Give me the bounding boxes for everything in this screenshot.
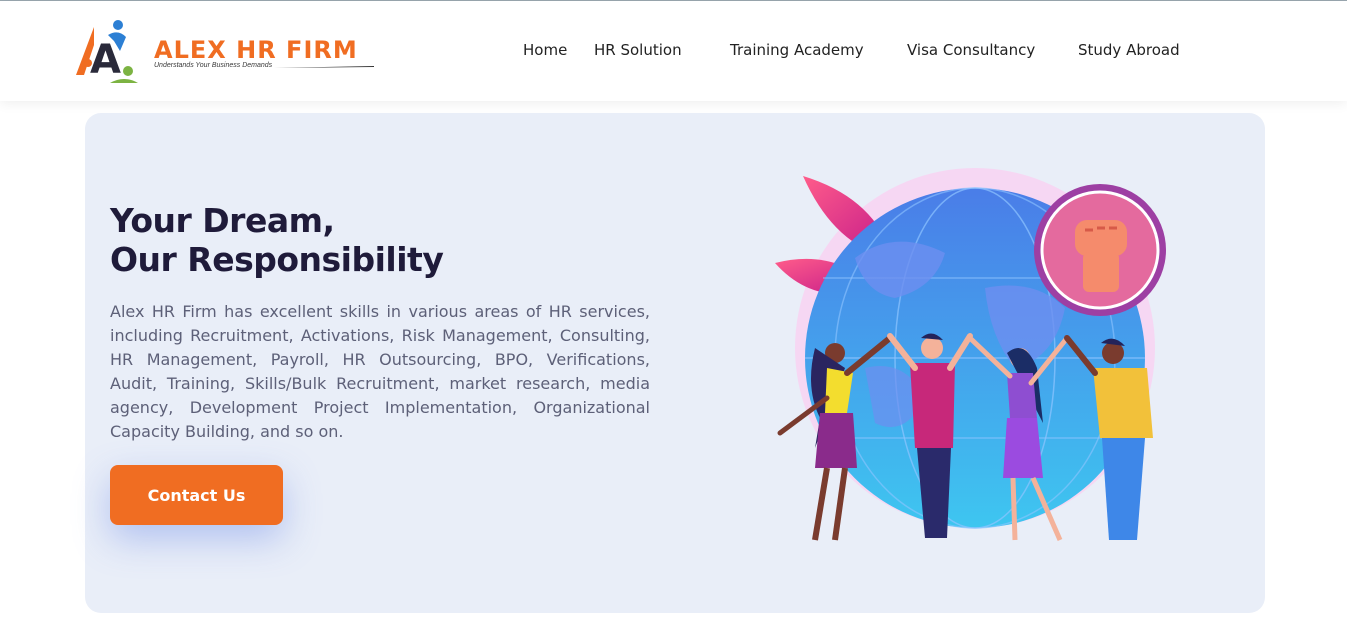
hero-title: Your Dream, Our Responsibility <box>110 201 710 279</box>
brand-tagline: Understands Your Business Demands <box>154 62 273 69</box>
nav-item-study-abroad[interactable]: Study Abroad <box>1078 41 1180 59</box>
site-header: A ALEX HR FIRM Understands Your Business… <box>0 1 1347 101</box>
main-nav: Home HR Solution Training Academy Visa C… <box>0 41 1347 63</box>
nav-item-visa-consultancy[interactable]: Visa Consultancy <box>907 41 1035 59</box>
raised-fist-icon <box>1034 184 1166 316</box>
team-unity-illustration <box>775 168 1166 541</box>
nav-item-hr-solution[interactable]: HR Solution <box>594 41 682 59</box>
nav-item-training-academy[interactable]: Training Academy <box>730 41 864 59</box>
hero-section: Your Dream, Our Responsibility Alex HR F… <box>85 113 1265 613</box>
hero-title-line-1: Your Dream, <box>110 201 335 240</box>
hero-description: Alex HR Firm has excellent skills in var… <box>110 302 650 441</box>
contact-us-button[interactable]: Contact Us <box>110 465 283 525</box>
nav-item-home[interactable]: Home <box>523 41 567 59</box>
hero-title-line-2: Our Responsibility <box>110 240 444 279</box>
logo-swoosh-icon <box>274 66 374 68</box>
